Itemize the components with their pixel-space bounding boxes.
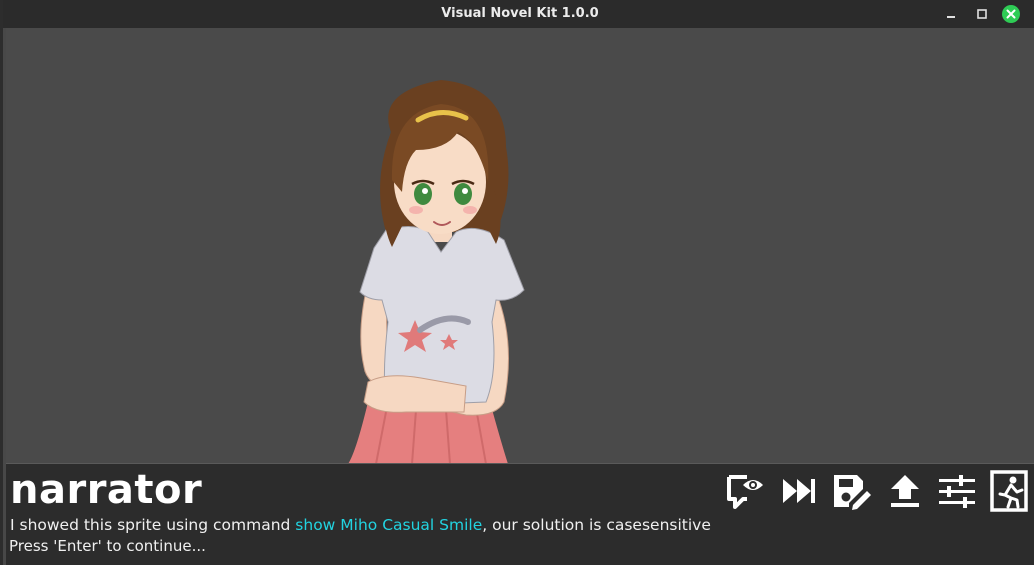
skip-forward-icon [783, 479, 815, 503]
close-button[interactable] [1001, 4, 1021, 24]
dialog-text-part: , our solution is casesensitive [482, 516, 711, 534]
minimize-button[interactable] [942, 5, 960, 23]
save-button[interactable] [830, 470, 872, 512]
settings-sliders-icon [939, 475, 975, 508]
skip-button[interactable] [778, 470, 820, 512]
dialog-text-part: I showed this sprite using command [10, 516, 296, 534]
minimize-icon [947, 16, 955, 18]
exit-button[interactable] [988, 470, 1030, 512]
load-upload-icon [891, 475, 919, 507]
scene-stage[interactable] [6, 28, 1034, 464]
dialog-text: I showed this sprite using command show … [10, 516, 711, 534]
settings-button[interactable] [936, 470, 978, 512]
exit-door-icon [990, 470, 1028, 512]
load-button[interactable] [884, 470, 926, 512]
dialog-command-highlight: show Miho Casual Smile [295, 516, 483, 534]
close-icon [1002, 5, 1020, 23]
preview-comment-icon [727, 475, 763, 509]
window-title: Visual Novel Kit 1.0.0 [441, 6, 599, 21]
character-sprite [348, 80, 525, 464]
speaker-name: narrator [10, 467, 203, 513]
title-bar[interactable]: Visual Novel Kit 1.0.0 [3, 0, 1034, 28]
preview-comment-button[interactable] [724, 470, 766, 512]
maximize-icon [977, 9, 987, 19]
app-window: Visual Novel Kit 1.0.0 narrator I showed… [0, 0, 1034, 565]
dialog-box[interactable]: narrator I showed this sprite using comm… [6, 463, 1034, 565]
save-edit-icon [834, 475, 871, 510]
continue-prompt: Press 'Enter' to continue... [9, 537, 206, 555]
maximize-button[interactable] [973, 5, 991, 23]
